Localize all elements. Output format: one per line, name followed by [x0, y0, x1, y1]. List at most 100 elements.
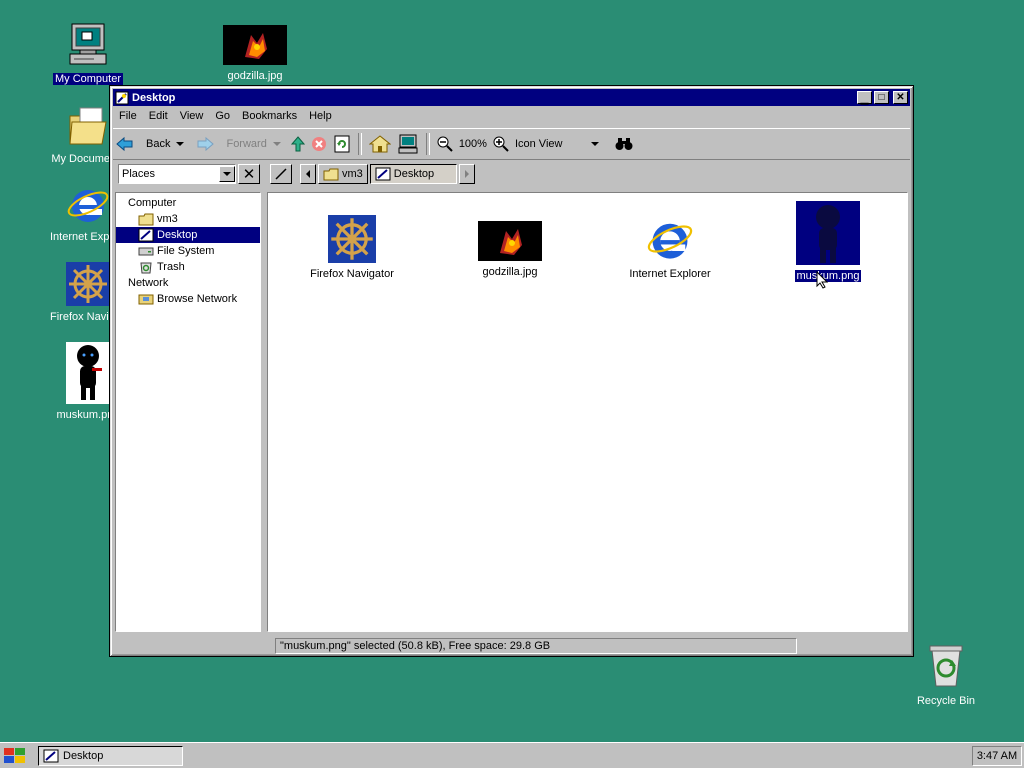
menu-help[interactable]: Help [303, 110, 338, 122]
system-clock[interactable]: 3:47 AM [972, 746, 1022, 766]
minimize-icon: ▁ [860, 94, 869, 105]
desktop-icon [375, 167, 391, 181]
title-bar[interactable]: Desktop ▁ □ ✕ [113, 89, 910, 106]
back-button[interactable]: Back [113, 131, 187, 157]
places-dropdown-button[interactable] [219, 166, 235, 182]
file-item-label: Internet Explorer [629, 268, 711, 280]
network-icon [138, 294, 154, 305]
sidebar-item-trash[interactable]: Trash [116, 259, 260, 275]
file-manager-window: Desktop ▁ □ ✕ File Edit View Go Bookmark… [109, 85, 914, 657]
breadcrumb-label: Desktop [393, 168, 435, 180]
desktop-icon-label: Recycle Bin [916, 695, 976, 707]
file-item-label: godzilla.jpg [482, 266, 538, 278]
menu-bar: File Edit View Go Bookmarks Help [113, 107, 910, 125]
desktop-icon-recycle-bin[interactable]: Recycle Bin [906, 642, 986, 707]
forward-history-dropdown[interactable] [272, 142, 281, 146]
zoom-out-button[interactable] [434, 131, 456, 157]
status-bar: "muskum.png" selected (50.8 kB), Free sp… [275, 638, 797, 654]
zoom-out-icon [437, 136, 453, 152]
sidebar-header-label: Computer [128, 197, 177, 209]
close-button[interactable]: ✕ [893, 91, 908, 104]
breadcrumb-desktop[interactable]: Desktop [369, 164, 458, 184]
reload-icon [334, 135, 350, 153]
desktop-icon-godzilla[interactable]: godzilla.jpg [215, 25, 295, 82]
places-dropdown[interactable]: Places [118, 164, 236, 184]
menu-bookmarks[interactable]: Bookmarks [236, 110, 303, 122]
reload-button[interactable] [330, 131, 354, 157]
chevron-right-icon [465, 170, 470, 178]
sidebar-header-label: Network [128, 277, 169, 289]
home-button[interactable] [366, 131, 394, 157]
binoculars-icon [615, 138, 633, 150]
sidebar-header-network: Network [116, 275, 260, 291]
menu-file[interactable]: File [113, 110, 143, 122]
computer-button[interactable] [394, 131, 422, 157]
sidebar-item-desktop[interactable]: Desktop [116, 227, 260, 243]
places-label: Places [122, 168, 156, 180]
image-thumbnail-icon [223, 25, 287, 65]
forward-button[interactable]: Forward [193, 131, 283, 157]
home-folder-icon [138, 213, 154, 226]
back-arrow-icon [116, 136, 133, 152]
sidebar-item-label: vm3 [157, 213, 178, 225]
maximize-button[interactable]: □ [874, 91, 889, 104]
minimize-button[interactable]: ▁ [857, 91, 872, 105]
figure-thumbnail-icon [796, 201, 860, 265]
file-item-muskum[interactable]: muskum.png [778, 201, 878, 282]
sidebar-item-file-system[interactable]: File System [116, 243, 260, 259]
menu-go[interactable]: Go [209, 110, 236, 122]
recycle-bin-icon [929, 645, 963, 687]
forward-arrow-icon [197, 136, 215, 152]
internet-explorer-icon [647, 223, 693, 259]
home-folder-icon [323, 168, 339, 181]
menu-view[interactable]: View [174, 110, 210, 122]
back-label: Back [146, 138, 171, 150]
breadcrumb-label: vm3 [342, 168, 363, 180]
sidebar-item-label: Browse Network [157, 293, 238, 305]
file-item-firefox-navigator[interactable]: Firefox Navigator [302, 215, 402, 280]
search-button[interactable] [612, 131, 636, 157]
menu-edit[interactable]: Edit [143, 110, 174, 122]
breadcrumb: vm3 Desktop [270, 164, 476, 184]
view-mode-select[interactable]: Icon View [512, 131, 602, 157]
desktop-icon [115, 91, 129, 104]
up-arrow-icon [290, 136, 305, 152]
close-icon: ✕ [242, 166, 256, 183]
trash-icon [140, 262, 152, 274]
file-item-internet-explorer[interactable]: Internet Explorer [620, 215, 720, 280]
desktop-icon [43, 749, 59, 763]
windows-flag-icon [4, 748, 25, 763]
home-icon [368, 135, 391, 153]
zoom-level[interactable]: 100% [456, 131, 490, 157]
figure-thumbnail-icon [66, 342, 110, 404]
forward-label: Forward [226, 138, 267, 150]
sidebar-item-browse-network[interactable]: Browse Network [116, 291, 260, 307]
chevron-down-icon [223, 172, 231, 176]
file-item-godzilla[interactable]: godzilla.jpg [460, 221, 560, 278]
view-mode-value: Icon View [514, 138, 563, 150]
start-menu-button[interactable] [2, 746, 30, 766]
desktop-icon-my-computer[interactable]: My Computer [48, 22, 128, 85]
ships-wheel-icon [66, 262, 110, 306]
breadcrumb-scroll-left[interactable] [300, 164, 316, 184]
sidebar-item-vm3[interactable]: vm3 [116, 211, 260, 227]
file-view: Firefox Navigator godzilla.jpg Internet … [267, 192, 908, 632]
image-thumbnail-icon [478, 221, 542, 261]
up-button[interactable] [288, 131, 308, 157]
breadcrumb-vm3[interactable]: vm3 [318, 164, 368, 184]
file-item-label: Firefox Navigator [310, 268, 394, 280]
taskbar-item-desktop[interactable]: Desktop [38, 746, 183, 766]
zoom-in-button[interactable] [490, 131, 512, 157]
pencil-icon [275, 168, 287, 180]
desktop-icon-label: godzilla.jpg [227, 70, 283, 82]
close-sidebar-button[interactable]: ✕ [238, 164, 260, 184]
maximize-icon: □ [878, 91, 885, 103]
toggle-location-entry-button[interactable] [270, 164, 292, 184]
desktop-icon-label: My Computer [52, 73, 124, 85]
zoom-value: 100% [458, 138, 487, 150]
breadcrumb-scroll-right[interactable] [459, 164, 476, 184]
back-history-dropdown[interactable] [176, 142, 185, 146]
zoom-in-icon [493, 136, 509, 152]
stop-button[interactable] [308, 131, 330, 157]
taskbar-item-label: Desktop [63, 750, 104, 762]
